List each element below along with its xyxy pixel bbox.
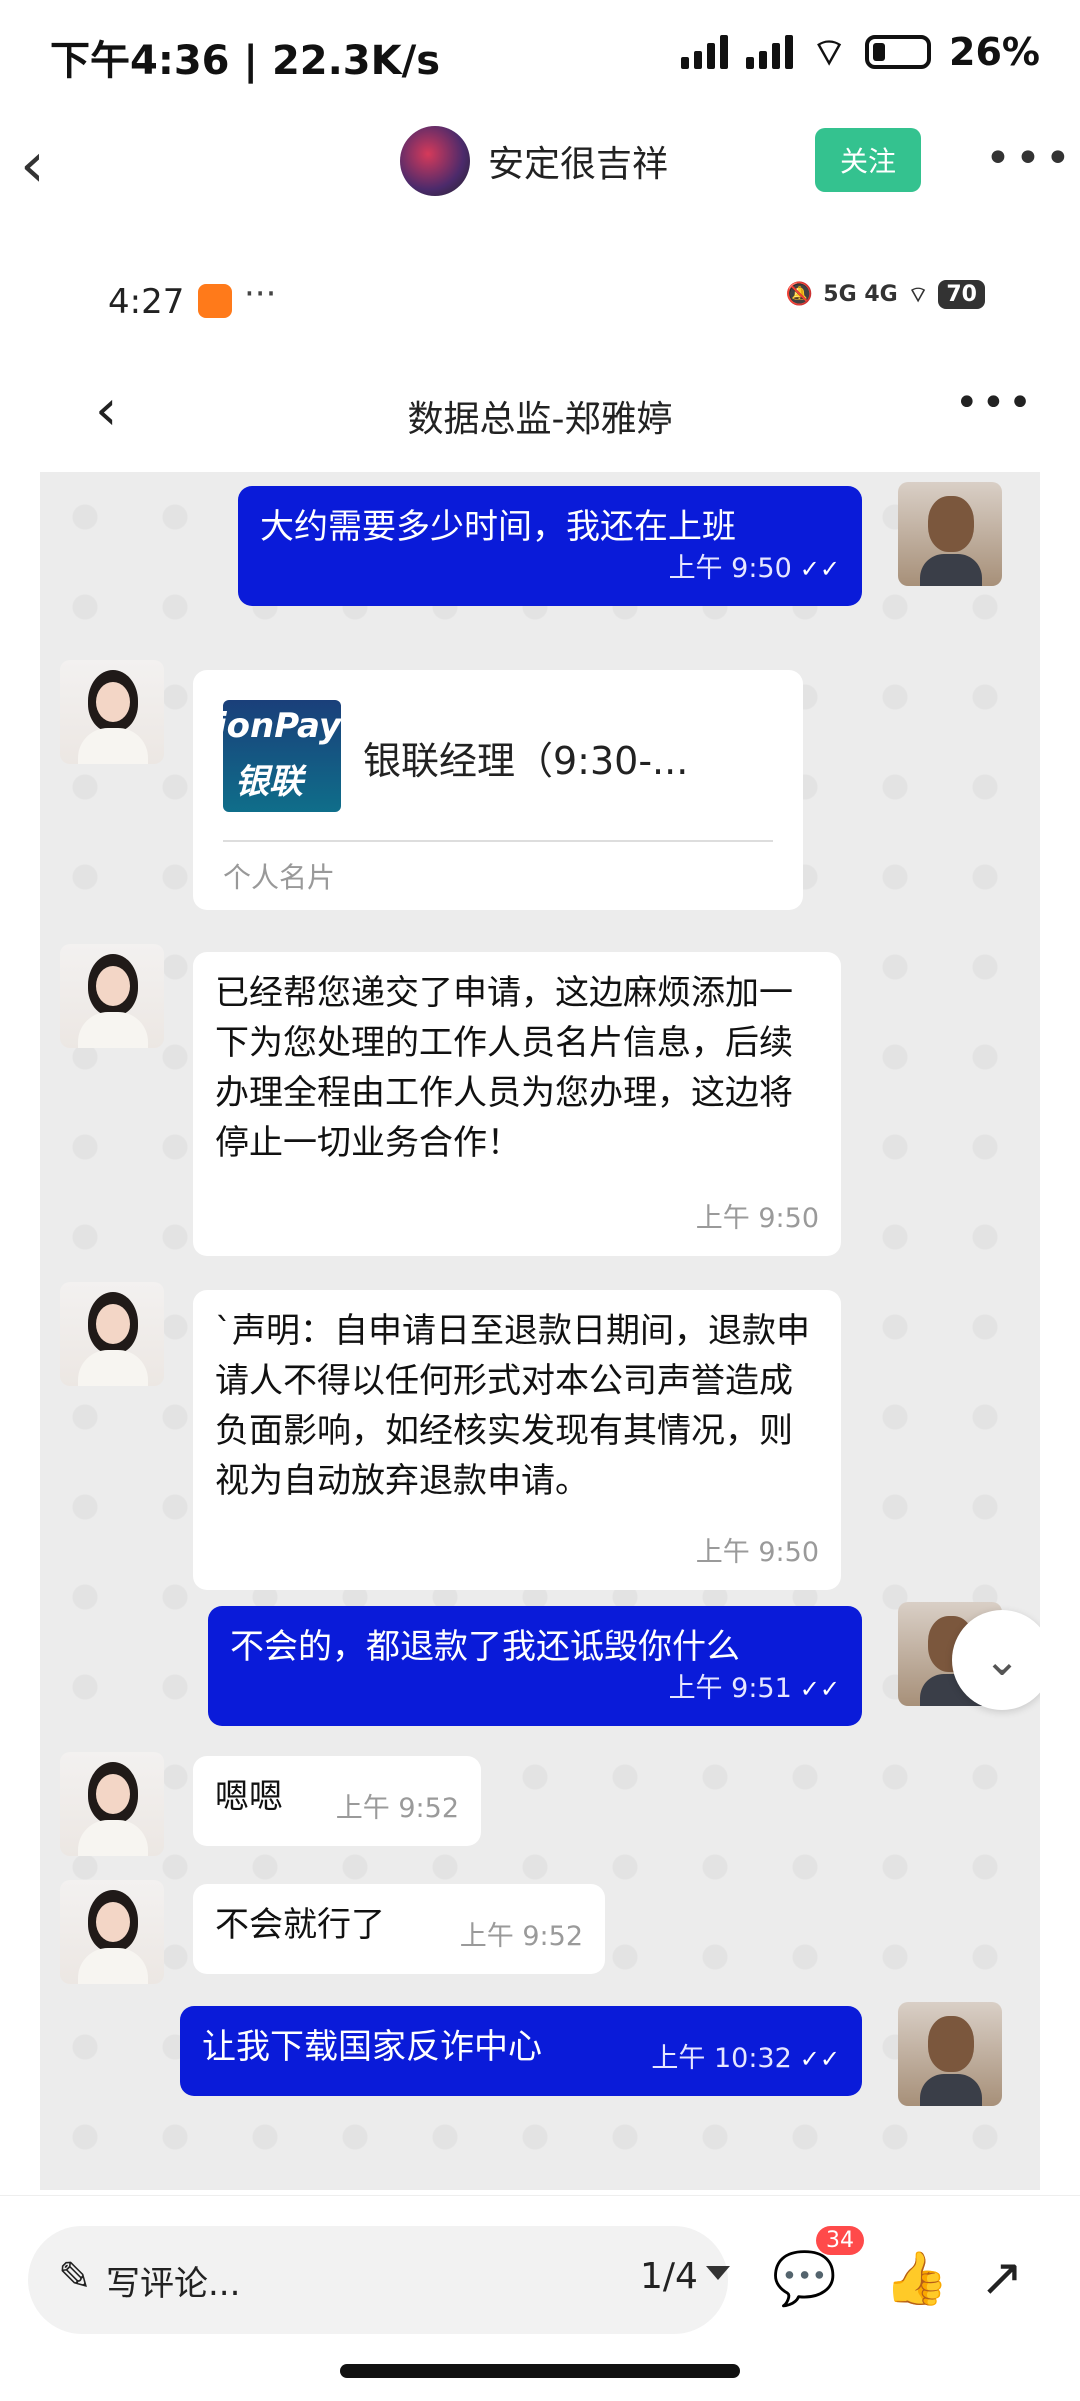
battery-level: 26% — [949, 30, 1040, 74]
post-image[interactable]: 4:27 ··· 🔕 5G 4G ⌔ 70 ‹ 数据总监-郑雅婷 ••• 大约需… — [40, 240, 1040, 2190]
pen-icon: ✎ — [58, 2254, 92, 2300]
read-check-icon: ✓✓ — [799, 555, 840, 583]
contact-avatar — [60, 944, 164, 1048]
comment-icon[interactable]: 💬 — [772, 2248, 837, 2309]
message-time: 上午 9:52 — [459, 1921, 583, 1952]
follow-button[interactable]: 关注 — [815, 128, 921, 192]
message-time: 上午 9:52 — [335, 1793, 459, 1824]
message-outgoing: 让我下载国家反诈中心 上午 10:32 ✓✓ — [180, 2006, 862, 2096]
message-time: 上午 9:50 — [695, 1203, 819, 1234]
battery-icon — [865, 35, 932, 69]
network-label: 5G 4G — [823, 282, 898, 307]
sender-avatar — [898, 482, 1002, 586]
chat-area: 大约需要多少时间，我还在上班 上午 9:50 ✓✓ ionPay 银联 银联经理（… — [40, 472, 1040, 2190]
signal-icon-2 — [746, 35, 794, 69]
comment-placeholder[interactable]: 写评论... — [106, 2256, 240, 2305]
contact-avatar — [60, 1880, 164, 1984]
signal-icon — [681, 35, 729, 69]
read-check-icon: ✓✓ — [799, 1675, 840, 1703]
message-text: 大约需要多少时间，我还在上班 — [260, 507, 736, 547]
more-options-icon[interactable]: ••• — [985, 137, 1075, 181]
chat-more-icon: ••• — [955, 380, 1035, 426]
sender-avatar — [898, 2002, 1002, 2106]
embedded-battery: 70 — [938, 280, 985, 309]
status-bar: 下午4:36 | 22.3K/s ⌔ 26% — [0, 0, 1080, 110]
message-incoming: 已经帮您递交了申请，这边麻烦添加一下为您处理的工作人员名片信息，后续办理全程由工… — [193, 952, 841, 1256]
back-icon[interactable]: ‹ — [20, 130, 90, 200]
author-info[interactable]: 安定很吉祥 — [400, 126, 668, 196]
mute-icon: 🔕 — [785, 282, 814, 307]
contact-card-message: ionPay 银联 银联经理（9:30-... 个人名片 — [193, 670, 803, 910]
message-incoming: `声明：自申请日至退款日期间，退款申请人不得以任何形式对本公司声誉造成负面影响，… — [193, 1290, 841, 1590]
message-outgoing: 大约需要多少时间，我还在上班 上午 9:50 ✓✓ — [238, 486, 862, 606]
comment-count-badge: 34 — [816, 2226, 864, 2255]
wifi-icon: ⌔ — [811, 30, 848, 74]
message-text: 让我下载国家反诈中心 — [202, 2027, 542, 2067]
unionpay-logo-icon: ionPay 银联 — [223, 700, 341, 812]
pager-dropdown-icon[interactable] — [706, 2266, 730, 2280]
contact-avatar — [60, 1282, 164, 1386]
card-name: 银联经理（9:30-... — [363, 739, 689, 783]
message-text: `声明：自申请日至退款日期间，退款申请人不得以任何形式对本公司声誉造成负面影响，… — [215, 1311, 810, 1501]
chat-title: 数据总监-郑雅婷 — [407, 399, 673, 440]
status-right: ⌔ 26% — [681, 28, 1040, 76]
message-time: 上午 9:50 — [668, 553, 792, 584]
app-notification-icon — [198, 284, 232, 318]
message-outgoing: 不会的，都退款了我还诋毁你什么 上午 9:51 ✓✓ — [208, 1606, 862, 1726]
chat-header: ‹ 数据总监-郑雅婷 ••• — [40, 360, 1040, 470]
card-type-label: 个人名片 — [223, 861, 336, 894]
more-notifications-icon: ··· — [244, 274, 277, 314]
message-text: 不会就行了 — [215, 1905, 385, 1945]
comment-input[interactable]: ✎ 写评论... 1/4 — [28, 2226, 730, 2334]
contact-avatar — [60, 1752, 164, 1856]
bottom-action-bar: ✎ 写评论... 1/4 💬 34 👍 ↗ — [0, 2195, 1080, 2401]
message-text: 不会的，都退款了我还诋毁你什么 — [230, 1627, 740, 1667]
card-divider — [223, 840, 773, 842]
contact-avatar — [60, 660, 164, 764]
author-name[interactable]: 安定很吉祥 — [488, 135, 668, 187]
like-icon[interactable]: 👍 — [884, 2248, 949, 2309]
image-pager[interactable]: 1/4 — [640, 2256, 698, 2297]
message-time: 上午 10:32 — [651, 2043, 792, 2074]
status-time-speed: 下午4:36 | 22.3K/s — [50, 38, 441, 84]
message-time: 上午 9:50 — [695, 1537, 819, 1568]
embedded-wifi-icon: ⌔ — [907, 282, 929, 308]
message-text: 已经帮您递交了申请，这边麻烦添加一下为您处理的工作人员名片信息，后续办理全程由工… — [215, 973, 793, 1163]
embedded-status-bar: 4:27 ··· 🔕 5G 4G ⌔ 70 — [40, 240, 1040, 360]
home-indicator[interactable] — [340, 2364, 740, 2378]
message-incoming: 不会就行了 上午 9:52 — [193, 1884, 605, 1974]
post-header: ‹ 安定很吉祥 关注 ••• — [0, 110, 1080, 220]
message-text: 嗯嗯 — [215, 1777, 283, 1817]
embedded-status-right: 🔕 5G 4G ⌔ 70 — [786, 280, 985, 309]
message-incoming: 嗯嗯 上午 9:52 — [193, 1756, 481, 1846]
read-check-icon: ✓✓ — [799, 2045, 840, 2073]
author-avatar[interactable] — [400, 126, 470, 196]
embedded-time: 4:27 — [108, 282, 185, 322]
message-time: 上午 9:51 — [668, 1673, 792, 1704]
share-icon[interactable]: ↗ — [980, 2248, 1024, 2308]
